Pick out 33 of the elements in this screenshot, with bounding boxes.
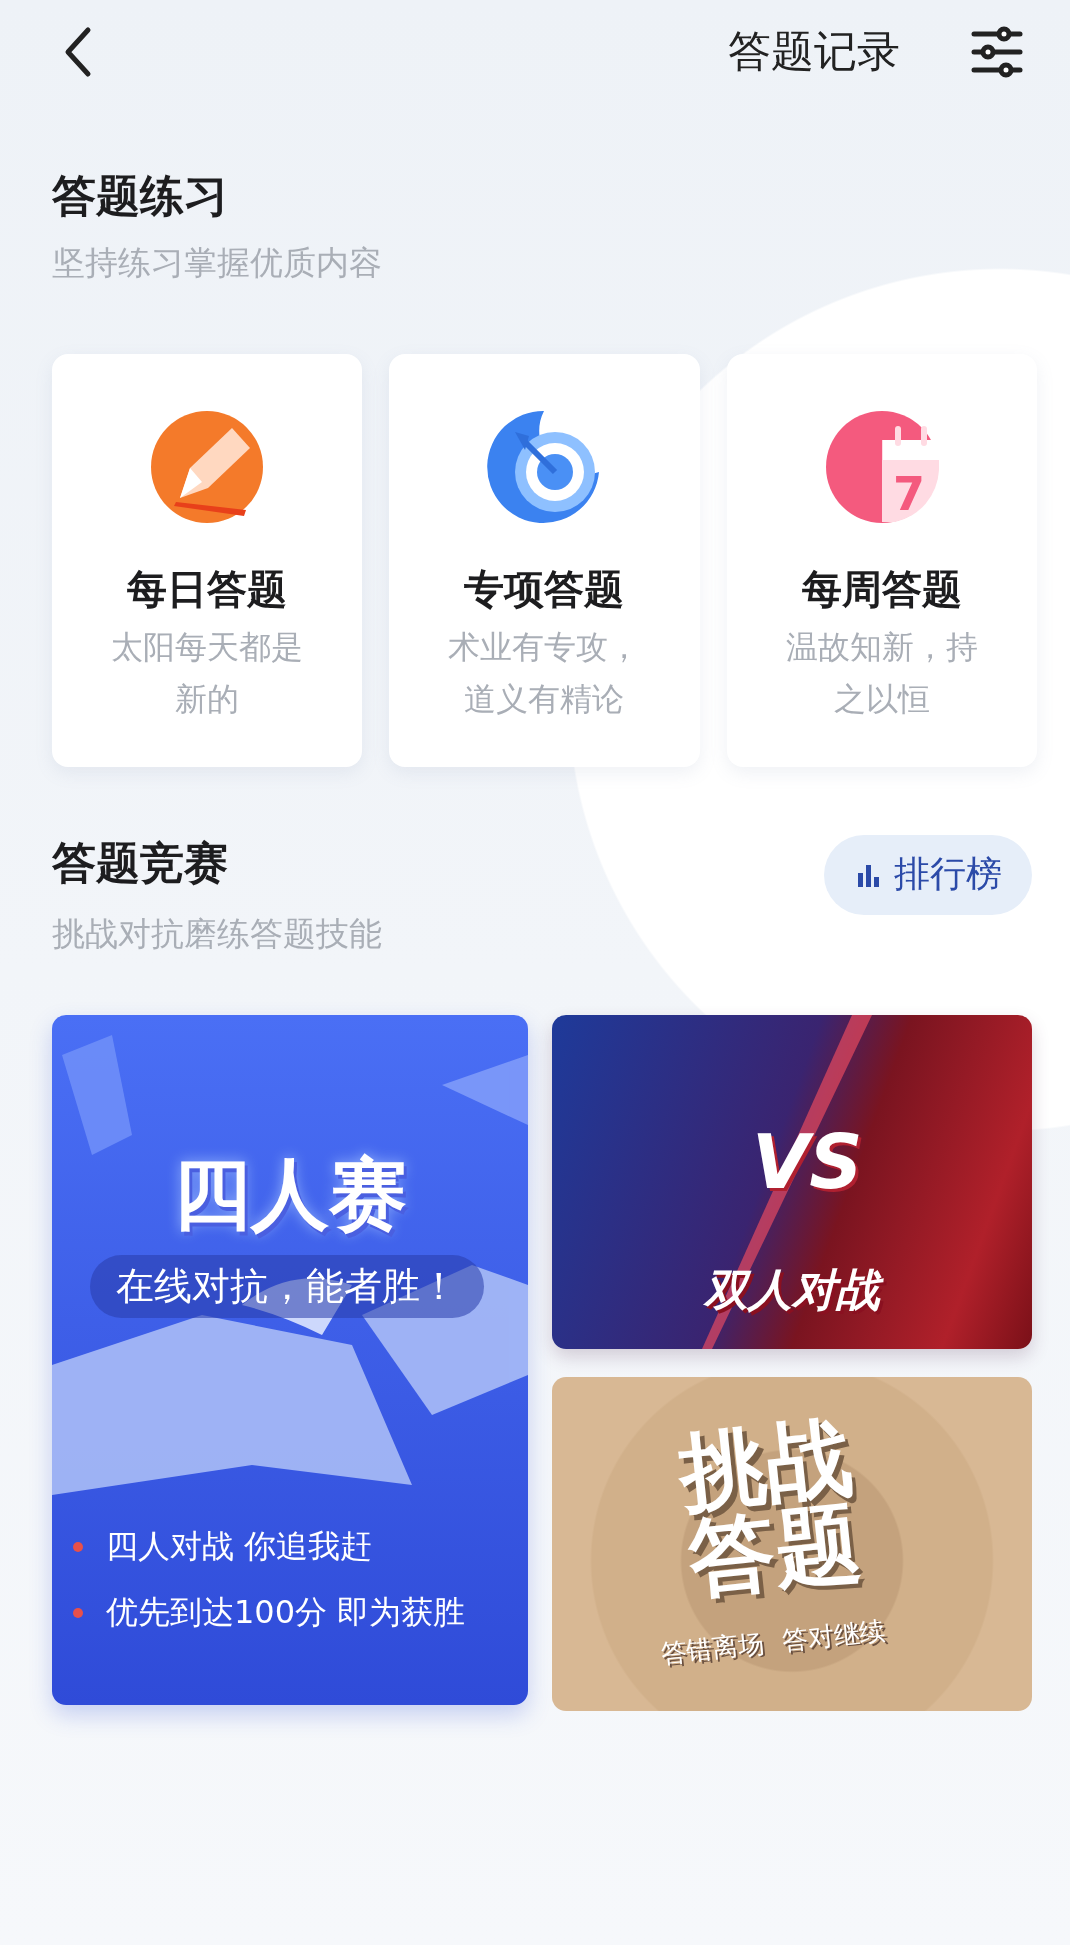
four-player-match-card[interactable]: 四人赛 在线对抗，能者胜！ 四人对战 你追我赶 优先到达100分 即为获胜 [52,1014,528,1705]
card-description: 温故知新，持之以恒 [784,626,979,720]
leaderboard-button[interactable]: 排行榜 [824,834,1032,915]
bullet-text: 四人对战 你追我赶 [106,1525,373,1567]
card-title: 专项答题 [464,564,625,614]
bullet-icon [72,1606,84,1619]
target-icon [487,409,602,524]
practice-card[interactable]: 专项答题 术业有专攻，道义有精论 [389,353,700,767]
tagline: 在线对抗，能者胜！ [90,1254,484,1318]
practice-card[interactable]: 7 每周答题 温故知新，持之以恒 [726,353,1037,767]
vs-label: VS [752,1118,863,1205]
filter-icon[interactable] [970,26,1024,78]
card-title: 每周答题 [801,564,962,614]
banner-tag: 答对继续 [780,1612,888,1659]
section-title: 答题练习 [52,170,228,223]
pencil-icon [150,409,265,524]
card-description: 术业有专攻，道义有精论 [447,626,642,720]
section-subtitle: 挑战对抗磨练答题技能 [52,913,382,953]
banner-title: 四人赛 [172,1147,408,1241]
bullet-icon [72,1540,84,1553]
records-link[interactable]: 答题记录 [728,23,900,81]
section-subtitle: 坚持练习掌握优质内容 [52,241,382,284]
section-title: 答题竞赛 [52,836,228,888]
card-title: 每日答题 [127,564,288,614]
card-description: 太阳每天都是新的 [110,626,305,720]
banner-tag: 答错离场 [658,1625,766,1672]
banner-title: 双人对战 [552,1260,1032,1320]
bar-chart-icon [858,862,880,887]
banner-title: 挑战答题 [675,1412,865,1602]
calendar-icon: 7 [824,409,939,524]
bullet-text: 优先到达100分 即为获胜 [106,1591,466,1633]
duel-match-card[interactable]: VS 双人对战 [552,1014,1032,1349]
practice-card[interactable]: 每日答题 太阳每天都是新的 [52,353,363,767]
